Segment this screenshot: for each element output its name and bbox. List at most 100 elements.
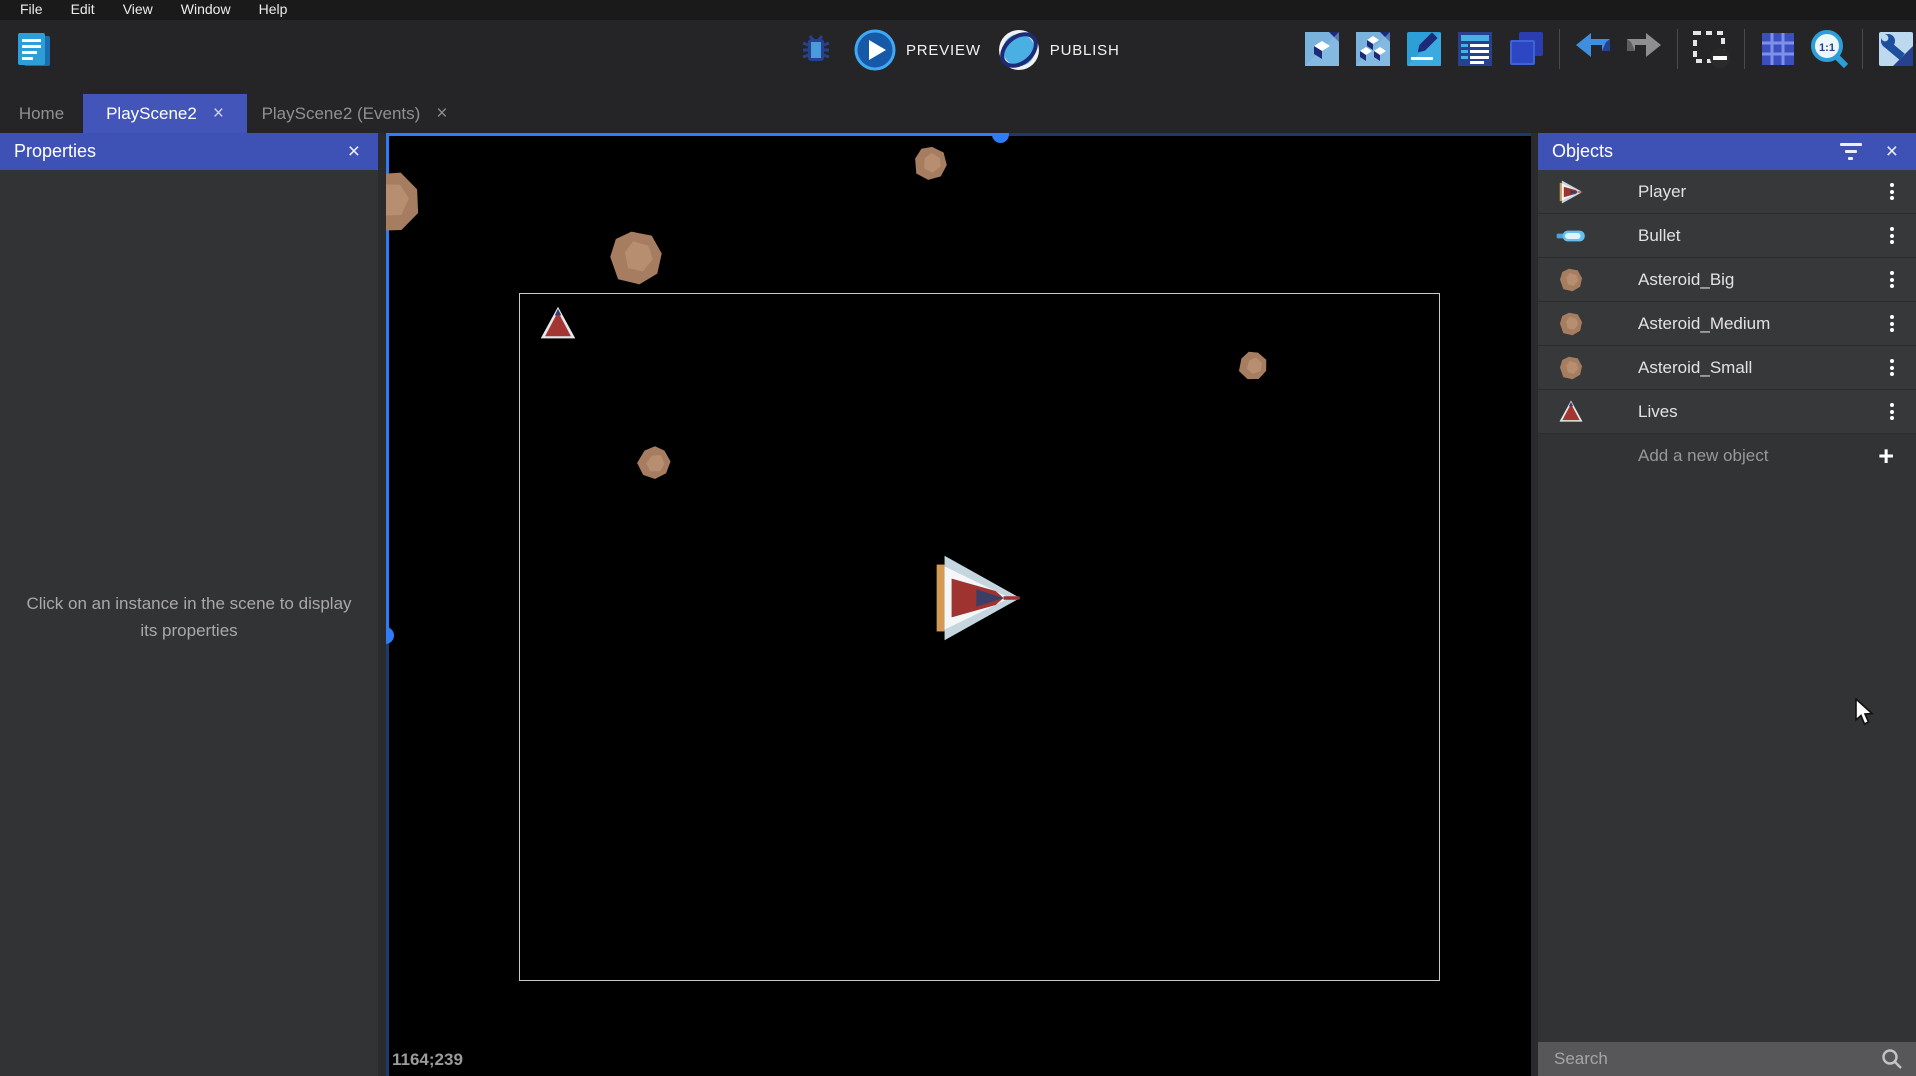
filter-icon	[1840, 143, 1862, 146]
edit-scene-button[interactable]	[1301, 28, 1343, 70]
object-menu-button[interactable]	[1882, 265, 1902, 295]
layers-button[interactable]	[1505, 28, 1547, 70]
objects-panel-header: Objects ×	[1538, 133, 1916, 170]
wrench-page-icon	[1875, 28, 1916, 70]
preview-button[interactable]: PREVIEW	[853, 28, 981, 72]
object-label: Bullet	[1638, 226, 1882, 246]
publish-button[interactable]: PUBLISH	[997, 28, 1120, 72]
object-thumbnail-icon	[1554, 397, 1588, 427]
menu-bar: File Edit View Window Help	[0, 0, 1916, 20]
close-icon[interactable]: ×	[344, 141, 364, 162]
add-object-button[interactable]: Add a new object +	[1538, 434, 1916, 478]
menu-edit[interactable]: Edit	[59, 0, 107, 20]
grid-icon	[1757, 28, 1799, 70]
list-panel-icon	[1454, 28, 1496, 70]
properties-panel: Properties × Click on an instance in the…	[0, 133, 378, 1076]
instance-ship-right[interactable]	[934, 554, 1022, 642]
tab-playscene2-events[interactable]: PlayScene2 (Events) ×	[247, 94, 462, 133]
object-label: Asteroid_Small	[1638, 358, 1882, 378]
undo-button[interactable]	[1572, 28, 1614, 70]
object-list: Player Bullet Asteroid_Big Asteroid_Medi…	[1538, 170, 1916, 434]
scene-canvas[interactable]: 1164;239	[386, 133, 1531, 1076]
object-thumbnail-icon	[1554, 353, 1588, 383]
preview-label: PREVIEW	[906, 42, 981, 59]
setup-grid-button[interactable]	[1875, 28, 1916, 70]
object-menu-button[interactable]	[1882, 309, 1902, 339]
close-icon[interactable]: ×	[213, 104, 224, 123]
properties-title: Properties	[14, 141, 344, 162]
object-menu-button[interactable]	[1882, 353, 1902, 383]
object-row-player[interactable]: Player	[1538, 170, 1916, 214]
cursor-coordinates: 1164;239	[392, 1050, 463, 1070]
toolbar-divider	[1559, 29, 1560, 69]
close-icon[interactable]: ×	[436, 104, 447, 123]
h-scroll-thumb[interactable]	[386, 133, 1001, 136]
instance-ship-up[interactable]	[540, 306, 576, 342]
object-menu-button[interactable]	[1882, 221, 1902, 251]
object-row-asteroid_medium[interactable]: Asteroid_Medium	[1538, 302, 1916, 346]
edit-objects-button[interactable]	[1352, 28, 1394, 70]
zoom-1-1-icon: 1:1	[1808, 28, 1850, 70]
tab-label: PlayScene2 (Events)	[262, 104, 421, 124]
object-row-asteroid_small[interactable]: Asteroid_Small	[1538, 346, 1916, 390]
pencil-card-icon	[1403, 28, 1445, 70]
debug-button[interactable]	[795, 29, 837, 71]
instance-asteroid[interactable]	[608, 230, 664, 286]
main-area: Properties × Click on an instance in the…	[0, 133, 1916, 1076]
object-search-bar	[1538, 1042, 1916, 1076]
selection-minus-icon	[1690, 28, 1732, 70]
preview-play-icon	[853, 28, 897, 72]
search-icon	[1880, 1047, 1904, 1071]
toolbar-divider	[1862, 29, 1863, 69]
tab-home[interactable]: Home	[0, 94, 83, 133]
objects-page-icon	[1352, 28, 1394, 70]
object-row-lives[interactable]: Lives	[1538, 390, 1916, 434]
scene-page-icon	[1301, 28, 1343, 70]
object-label: Asteroid_Medium	[1638, 314, 1882, 334]
tab-playscene2[interactable]: PlayScene2 ×	[83, 94, 247, 133]
object-row-asteroid_big[interactable]: Asteroid_Big	[1538, 258, 1916, 302]
toolbar-divider	[1677, 29, 1678, 69]
redo-button[interactable]	[1623, 28, 1665, 70]
object-thumbnail-icon	[1554, 265, 1588, 295]
instance-asteroid[interactable]	[909, 142, 952, 185]
objects-panel: Objects × Player Bullet Asteroid_Big Ast…	[1538, 133, 1916, 1076]
object-menu-button[interactable]	[1882, 177, 1902, 207]
tab-bar: Home PlayScene2 × PlayScene2 (Events) ×	[0, 94, 1916, 133]
object-thumbnail-icon	[1554, 221, 1588, 251]
publish-globe-icon	[997, 28, 1041, 72]
menu-help[interactable]: Help	[247, 0, 300, 20]
h-scroll-handle[interactable]	[992, 133, 1009, 143]
h-scroll-track[interactable]	[1001, 133, 1531, 136]
close-icon[interactable]: ×	[1882, 141, 1902, 162]
grid-button[interactable]	[1757, 28, 1799, 70]
toolbar-divider	[1744, 29, 1745, 69]
edit-properties-button[interactable]	[1403, 28, 1445, 70]
zoom-1-1-button[interactable]: 1:1	[1808, 28, 1850, 70]
gdevelop-window: File Edit View Window Help	[0, 0, 1916, 1076]
project-manager-icon	[12, 28, 56, 72]
project-manager-button[interactable]	[12, 28, 56, 72]
v-scroll-track[interactable]	[386, 636, 389, 1076]
instance-asteroid[interactable]	[386, 163, 429, 241]
undo-icon	[1572, 28, 1614, 70]
properties-empty-message: Click on an instance in the scene to dis…	[20, 590, 358, 644]
menu-file[interactable]: File	[8, 0, 55, 20]
search-input[interactable]	[1554, 1049, 1880, 1069]
redo-icon	[1623, 28, 1665, 70]
menu-window[interactable]: Window	[169, 0, 243, 20]
filter-button[interactable]	[1838, 139, 1864, 164]
object-thumbnail-icon	[1554, 309, 1588, 339]
menu-view[interactable]: View	[111, 0, 165, 20]
object-label: Lives	[1638, 402, 1882, 422]
object-row-bullet[interactable]: Bullet	[1538, 214, 1916, 258]
v-scroll-handle[interactable]	[386, 627, 394, 644]
svg-text:1:1: 1:1	[1819, 42, 1835, 54]
tab-label: Home	[19, 104, 64, 124]
toolbar: PREVIEW PUBLISH	[0, 20, 1916, 94]
publish-label: PUBLISH	[1050, 42, 1120, 59]
clear-selection-button[interactable]	[1690, 28, 1732, 70]
objects-panel-spacer	[1538, 478, 1916, 1042]
object-menu-button[interactable]	[1882, 397, 1902, 427]
instances-list-button[interactable]	[1454, 28, 1496, 70]
